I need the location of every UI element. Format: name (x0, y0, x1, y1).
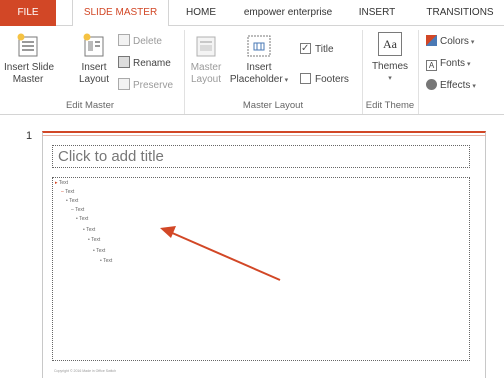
text-level-7: • Text (88, 237, 101, 243)
tab-empower-enterprise[interactable]: empower enterprise (232, 0, 344, 26)
text-level-1: ▸ Text (55, 180, 68, 186)
text-level-3: • Text (66, 198, 79, 204)
delete-button[interactable]: Delete (118, 34, 162, 50)
text-level-8: • Text (93, 248, 106, 254)
text-level-4: – Text (71, 207, 85, 213)
effects-label: Effects (440, 80, 471, 91)
title-checkbox[interactable]: Title (300, 41, 334, 58)
slide-footer-text: Copyright © 2016 Made in Office Switch (54, 369, 117, 373)
text-level-5: • Text (76, 216, 89, 222)
insert-placeholder-icon (247, 35, 271, 57)
group-separator (418, 30, 419, 114)
master-layout-label: Master Layout (190, 62, 222, 85)
slide-header-line (42, 135, 486, 136)
rename-label: Rename (133, 58, 171, 69)
insert-slide-master-icon (17, 33, 38, 57)
group-label-master-layout: Master Layout (242, 100, 304, 111)
themes-button[interactable]: Aa Themes ▾ (366, 32, 414, 85)
text-level-6: • Text (83, 227, 96, 233)
footers-checkbox-label: Footers (315, 74, 349, 85)
insert-slide-master-button[interactable]: Insert Slide Master (4, 32, 55, 86)
footers-checkbox-box[interactable] (300, 73, 311, 84)
rename-button[interactable]: Rename (118, 56, 171, 72)
colors-icon (426, 35, 437, 46)
colors-button[interactable]: Colors ▾ (426, 34, 474, 50)
rename-icon (118, 56, 130, 68)
chevron-down-icon: ▾ (282, 77, 289, 84)
chevron-down-icon: ▾ (388, 75, 392, 82)
chevron-down-icon: ▾ (465, 61, 471, 68)
preserve-label: Preserve (133, 80, 174, 91)
insert-layout-icon (83, 33, 104, 57)
slide-number: 1 (26, 130, 33, 142)
tab-insert[interactable]: INSERT (352, 0, 402, 26)
master-layout-icon (196, 36, 216, 57)
colors-label: Colors (440, 36, 469, 47)
master-layout-button[interactable]: Master Layout (188, 32, 224, 86)
tab-transitions[interactable]: TRANSITIONS (416, 0, 504, 26)
group-label-edit-theme: Edit Theme (365, 100, 415, 111)
insert-layout-label: Insert Layout (78, 62, 110, 85)
tab-home[interactable]: HOME (178, 0, 224, 26)
themes-label: Themes (371, 61, 409, 72)
title-placeholder[interactable]: Click to add title (52, 145, 470, 168)
text-level-9: • Text (100, 258, 113, 264)
text-level-2: – Text (61, 189, 75, 195)
preserve-button[interactable]: Preserve (118, 78, 173, 94)
insert-slide-master-label: Insert Slide Master (4, 62, 55, 85)
ribbon: Insert Slide Master Insert Layout Delete… (0, 26, 504, 115)
title-checkbox-label: Title (315, 44, 334, 55)
delete-label: Delete (133, 36, 162, 47)
themes-icon: Aa (378, 32, 402, 56)
preserve-icon (118, 78, 130, 90)
delete-icon (118, 34, 130, 46)
group-separator (184, 30, 185, 114)
chevron-down-icon: ▾ (470, 83, 476, 90)
insert-layout-button[interactable]: Insert Layout (74, 32, 114, 86)
tab-slide-master[interactable]: SLIDE MASTER (72, 0, 169, 27)
fonts-icon: A (426, 60, 437, 71)
tab-file[interactable]: FILE (0, 0, 56, 26)
chevron-down-icon: ▾ (468, 39, 475, 46)
footers-checkbox[interactable]: Footers (300, 72, 349, 88)
title-checkbox-box[interactable] (300, 41, 311, 57)
effects-button[interactable]: Effects ▾ (426, 78, 476, 94)
fonts-button[interactable]: A Fonts ▾ (426, 56, 470, 72)
content-placeholder[interactable] (52, 177, 470, 361)
fonts-label: Fonts (440, 58, 466, 69)
effects-icon (426, 79, 437, 90)
group-label-edit-master: Edit Master (65, 100, 115, 111)
ribbon-tab-bar: FILE SLIDE MASTER HOME empower enterpris… (0, 0, 504, 27)
insert-placeholder-label: Insert Placeholder (229, 62, 283, 85)
insert-placeholder-button[interactable]: Insert Placeholder ▾ (228, 32, 290, 87)
